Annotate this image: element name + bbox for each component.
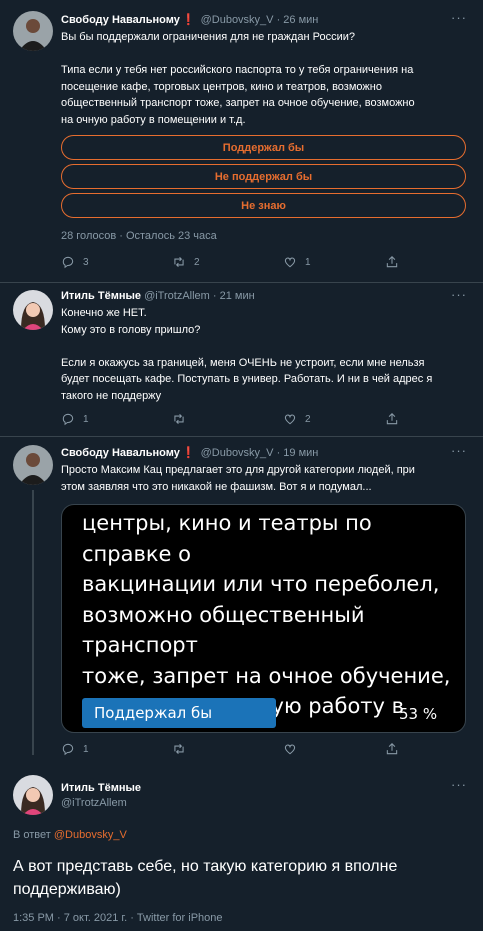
tweet-text: Вы бы поддержали ограничения для не граж… — [61, 29, 465, 128]
tweet-text: Просто Максим Кац предлагает это для дру… — [61, 462, 465, 495]
retweet-button[interactable]: 2 — [172, 255, 200, 269]
avatar[interactable] — [13, 775, 53, 815]
more-icon[interactable]: ··· — [451, 443, 467, 458]
like-icon — [284, 414, 296, 425]
replying-prefix: В ответ — [13, 829, 51, 841]
tweet-time[interactable]: · 21 мин — [213, 290, 255, 302]
like-count: 1 — [305, 256, 311, 268]
exclamation-badge: ❗ — [181, 14, 196, 26]
reply-count: 1 — [83, 743, 89, 755]
replying-to: В ответ @Dubovsky_V — [13, 829, 127, 841]
author-handle[interactable]: @Dubovsky_V — [201, 14, 274, 26]
tweet-timestamp[interactable]: 1:35 PM · 7 окт. 2021 г. · Twitter for i… — [13, 912, 223, 924]
tweet-1[interactable]: Свободу Навальному ❗ @Dubovsky_V · 26 мин… — [0, 0, 483, 283]
tweet-line: посещение кафе, торговых центров, кино и… — [61, 80, 382, 93]
exclamation-badge: ❗ — [181, 447, 196, 459]
tweet-line: Вы бы поддержали ограничения для не граж… — [61, 31, 355, 43]
poll-option[interactable]: Не знаю — [61, 193, 466, 218]
tweet-line: на очную работу в помещении и т.д. — [61, 113, 246, 126]
reply-icon — [62, 413, 74, 426]
tweet-line: будет посещать кафе. Поступать в универ.… — [61, 373, 433, 385]
tweet-line: А вот представь себе, но такую категорию… — [13, 858, 398, 875]
share-icon — [386, 256, 398, 268]
tweet-line: поддерживаю) — [13, 881, 121, 898]
retweet-button[interactable] — [172, 742, 194, 756]
tweet-line: Кому это в голову пришло? — [61, 323, 201, 336]
like-button[interactable]: 1 — [283, 255, 311, 269]
retweet-icon — [174, 256, 184, 268]
like-button[interactable]: 2 — [283, 412, 311, 426]
tweet-2[interactable]: Итиль Тёмные @iTrotzAllem · 21 мин ··· К… — [0, 283, 483, 436]
retweet-button[interactable] — [172, 412, 194, 426]
more-icon[interactable]: ··· — [451, 777, 467, 792]
tweet-line: такого не поддержу — [61, 389, 162, 402]
reply-count: 1 — [83, 413, 89, 425]
share-button[interactable] — [385, 255, 407, 269]
reply-button[interactable]: 1 — [61, 742, 89, 756]
author-name[interactable]: Итиль Тёмные — [61, 782, 141, 794]
tweet-line: Типа если у тебя нет российского паспорт… — [61, 64, 414, 76]
tweet-line: общественный транспорт тоже, запрет на о… — [61, 97, 415, 109]
poll-option[interactable]: Поддержал бы — [61, 135, 466, 160]
author-handle[interactable]: @iTrotzAllem — [144, 290, 210, 302]
avatar[interactable] — [13, 445, 53, 485]
tweet-line: Просто Максим Кац предлагает это для дру… — [61, 464, 415, 476]
avatar[interactable] — [13, 11, 53, 51]
reply-button[interactable]: 3 — [61, 255, 89, 269]
poll-option[interactable]: Не поддержал бы — [61, 164, 466, 189]
retweet-icon — [174, 743, 184, 755]
avatar[interactable] — [13, 290, 53, 330]
share-icon — [386, 743, 398, 755]
like-icon — [284, 257, 296, 268]
main-tweet-text: А вот представь себе, но такую категорию… — [13, 855, 473, 901]
author-name[interactable]: Свободу Навальному — [61, 14, 180, 26]
poll-result-bar: Поддержал бы — [82, 698, 276, 728]
more-icon[interactable]: ··· — [451, 287, 467, 302]
tweet-line: Конечно же НЕТ. — [61, 307, 147, 319]
thread-line — [32, 490, 34, 755]
reply-icon — [62, 743, 74, 756]
image-text-line: тоже, запрет на очное обучение, — [82, 663, 451, 688]
tweet-line: этом заявляя что это никакой не фашизм. … — [61, 480, 372, 493]
retweet-count: 2 — [194, 256, 200, 268]
retweet-icon — [174, 413, 184, 425]
tweet-time[interactable]: · 19 мин — [277, 447, 319, 459]
tweet-time[interactable]: · 26 мин — [277, 14, 319, 26]
tweet-text: Конечно же НЕТ. Кому это в голову пришло… — [61, 305, 465, 404]
author-name[interactable]: Итиль Тёмные — [61, 290, 141, 302]
share-button[interactable] — [385, 742, 407, 756]
author-name[interactable]: Свободу Навальному — [61, 447, 180, 459]
replying-to-link[interactable]: @Dubovsky_V — [54, 829, 127, 841]
like-button[interactable] — [283, 742, 305, 756]
main-tweet: Итиль Тёмные @iTrotzAllem ··· — [0, 767, 483, 931]
more-icon[interactable]: ··· — [451, 10, 467, 25]
reply-button[interactable]: 1 — [61, 412, 89, 426]
image-text-line: возможно общественный транспорт — [82, 602, 365, 658]
tweet-line: Если я окажусь за границей, меня ОЧЕНЬ н… — [61, 356, 425, 369]
share-icon — [386, 413, 398, 425]
like-count: 2 — [305, 413, 311, 425]
like-icon — [284, 744, 296, 755]
author-handle[interactable]: @Dubovsky_V — [201, 447, 274, 459]
reply-count: 3 — [83, 256, 89, 268]
poll-result-percent: 53 % — [399, 705, 438, 723]
author-handle[interactable]: @iTrotzAllem — [61, 797, 141, 809]
poll-meta: 28 голосов · Осталось 23 часа — [61, 230, 217, 242]
share-button[interactable] — [385, 412, 407, 426]
image-text-line: центры, кино и театры по справке о — [82, 511, 372, 566]
image-text-line: вакцинации или что переболел, — [82, 572, 440, 596]
reply-icon — [62, 256, 74, 269]
attached-image[interactable]: центры, кино и театры по справке о вакци… — [61, 504, 466, 733]
